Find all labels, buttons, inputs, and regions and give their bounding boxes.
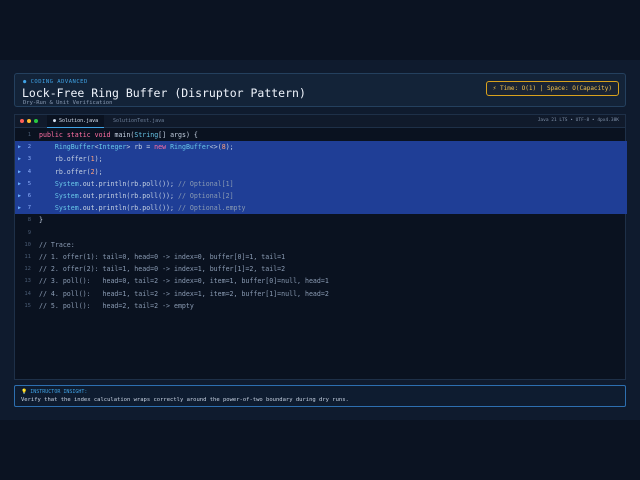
code-text: System.out.println(rb.poll()); // Option… (54, 179, 234, 188)
code-line[interactable]: 15 // 5. poll(): head=2, tail=2 -> empty (15, 300, 627, 312)
code-text: rb.offer(2); (39, 167, 103, 176)
complexity-badge: ⚡ Time: O(1) | Space: O(Capacity) (485, 81, 619, 96)
code-line[interactable]: 14 // 4. poll(): head=1, tail=2 -> index=… (15, 288, 627, 300)
code-line[interactable]: ▶ 7 System.out.println(rb.poll()); // Opt… (15, 202, 627, 215)
line-number: 11 (24, 254, 31, 260)
code-line[interactable]: ▶ 5 System.out.println(rb.poll()); // Opt… (15, 177, 627, 190)
code-editor: ● Solution.java SolutionTest.java Java 2… (14, 114, 627, 380)
code-text: RingBuffer<Integer> rb = new RingBuffer<… (54, 143, 234, 152)
line-number: 4 (27, 168, 31, 175)
code-text: // Trace: (39, 240, 75, 249)
category-tag: ● CODING ADVANCED (23, 79, 88, 85)
code-line[interactable]: ▶ 2 RingBuffer<Integer> rb = new RingBuff… (15, 141, 627, 154)
code-text: // 2. offer(2): tail=1, head=0 -> index=… (39, 265, 286, 274)
code-text: // 4. poll(): head=1, tail=2 -> index=1,… (39, 289, 329, 298)
lesson-header: ● CODING ADVANCED Lock-Free Ring Buffer … (14, 73, 626, 107)
code-line[interactable]: 1 public static void main(String[] args) … (15, 129, 627, 141)
instructor-insight: 💡 INSTRUCTOR INSIGHT: Verify that the in… (14, 385, 626, 407)
line-number: 3 (27, 156, 31, 163)
code-text: public static void main(String[] args) { (39, 131, 198, 139)
code-line[interactable]: 9 (15, 227, 627, 239)
line-number: 10 (24, 241, 31, 248)
line-number: 5 (27, 180, 31, 187)
insight-label: 💡 INSTRUCTOR INSIGHT: (21, 389, 88, 395)
code-line[interactable]: ▶ 6 System.out.println(rb.poll()); // Opt… (15, 190, 627, 203)
close-window-icon[interactable] (20, 119, 24, 123)
code-line[interactable]: 13 // 3. poll(): head=0, tail=2 -> index=… (15, 275, 627, 287)
lesson-title: Lock-Free Ring Buffer (Disruptor Pattern… (22, 86, 306, 100)
minimize-window-icon[interactable] (27, 119, 31, 123)
code-line[interactable]: 11 // 1. offer(1): tail=0, head=0 -> inde… (15, 251, 627, 263)
insight-text: Verify that the index calculation wraps … (21, 397, 349, 403)
line-number: 1 (27, 132, 31, 138)
code-text: rb.offer(1); (39, 155, 103, 164)
tab-solution-java[interactable]: ● Solution.java (47, 115, 105, 128)
code-text: } (39, 216, 43, 225)
line-number: 12 (24, 266, 31, 273)
line-number: 15 (24, 302, 31, 309)
line-number: 14 (24, 290, 31, 297)
line-number: 6 (27, 193, 31, 199)
code-text: // 3. poll(): head=0, tail=2 -> index=0,… (39, 277, 329, 286)
code-text: System.out.println(rb.poll()); // Option… (54, 204, 246, 213)
lesson-subtitle: Dry-Run & Unit Verification (23, 100, 113, 106)
code-line[interactable]: 12 // 2. offer(2): tail=1, head=0 -> inde… (15, 263, 627, 275)
code-text: System.out.println(rb.poll()); // Option… (54, 192, 234, 200)
line-number: 9 (27, 229, 31, 236)
line-number: 2 (27, 144, 31, 151)
code-text: // 1. offer(1): tail=0, head=0 -> index=… (39, 253, 286, 261)
tab-solution-test-java[interactable]: SolutionTest.java (107, 115, 170, 127)
maximize-window-icon[interactable] (34, 119, 38, 123)
line-number: 13 (24, 278, 31, 285)
code-line[interactable]: 10 // Trace: (15, 239, 627, 251)
code-line[interactable]: 8} (15, 214, 627, 226)
editor-tab-bar: ● Solution.java SolutionTest.java Java 2… (15, 115, 625, 128)
editor-status: Java 21 LTS • UTF-8 • 4px4.38K (537, 118, 619, 123)
line-number: 8 (27, 217, 31, 224)
code-line[interactable]: ▶ 3 rb.offer(1); (15, 153, 627, 166)
code-text: // 5. poll(): head=2, tail=2 -> empty (39, 301, 194, 310)
line-number: 7 (27, 205, 31, 212)
code-line[interactable]: ▶ 4 rb.offer(2); (15, 165, 627, 178)
